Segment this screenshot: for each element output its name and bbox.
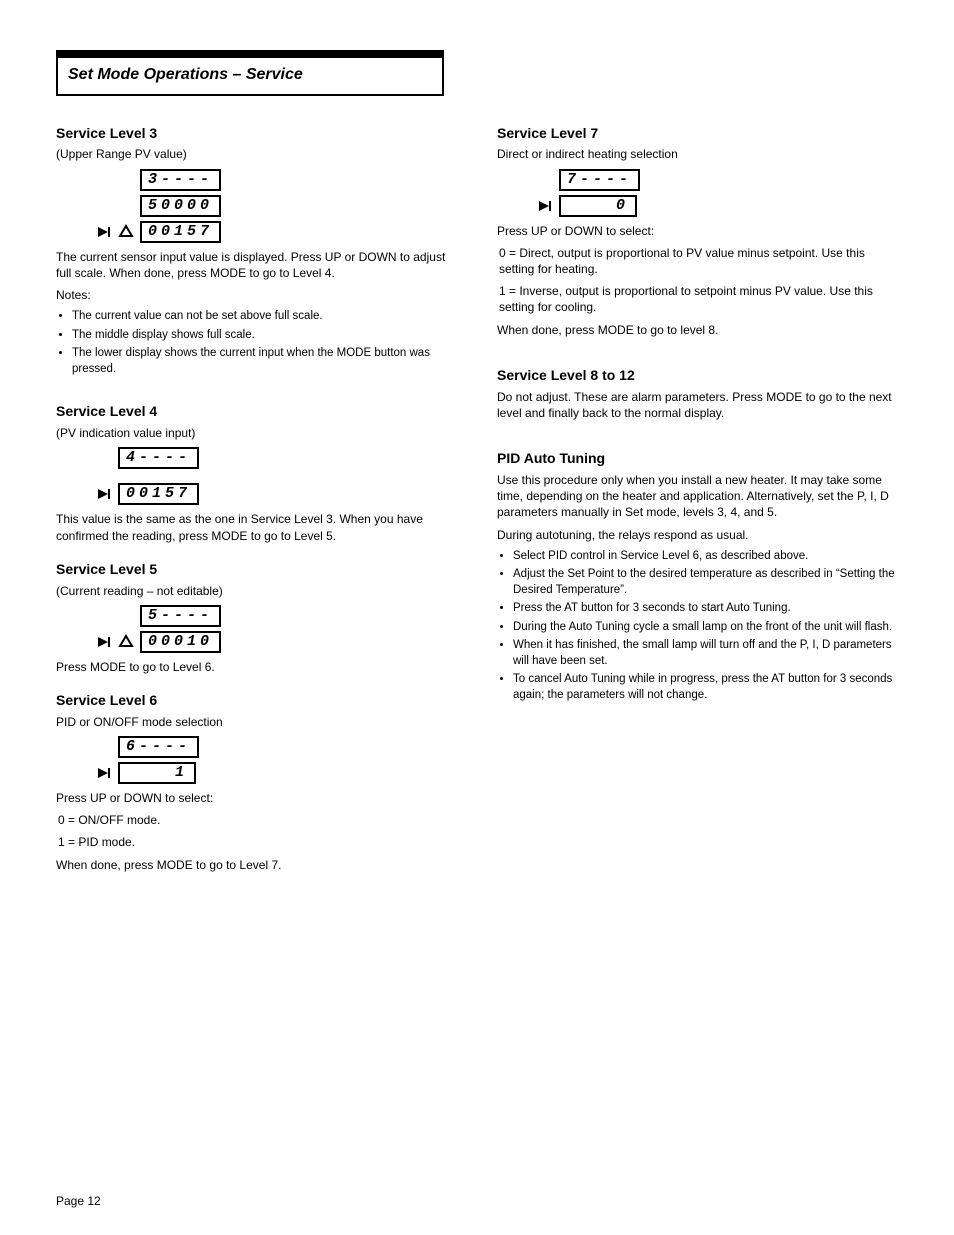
service-level-6-heading: Service Level 6	[56, 691, 457, 710]
list-item: The current value can not be set above f…	[72, 309, 457, 325]
right-arrow-icon	[96, 765, 112, 781]
list-item: During the Auto Tuning cycle a small lam…	[513, 620, 898, 636]
display-cell: 1	[118, 762, 196, 784]
display-cell: 4----	[118, 447, 199, 469]
service-level-3-intro: (Upper Range PV value)	[56, 146, 457, 162]
option-row: 1 = Inverse, output is proportional to s…	[499, 283, 898, 315]
service-level-7-tail: When done, press MODE to go to level 8.	[497, 322, 898, 338]
service-level-8-12-text: Do not adjust. These are alarm parameter…	[497, 389, 898, 421]
display-cell: 3----	[140, 169, 221, 191]
service-level-4-intro: (PV indication value input)	[56, 425, 457, 441]
notes-label: Notes:	[56, 287, 457, 303]
service-level-7: Service Level 7 Direct or indirect heati…	[497, 124, 898, 338]
list-item: Press the AT button for 3 seconds to sta…	[513, 601, 898, 617]
list-item: Select PID control in Service Level 6, a…	[513, 549, 898, 565]
page-footer: Page 12	[56, 1193, 101, 1209]
service-level-6-sub: PID or ON/OFF mode selection	[56, 714, 457, 730]
service-level-3-heading: Service Level 3	[56, 124, 457, 143]
option-row: 0 = Direct, output is proportional to PV…	[499, 245, 898, 277]
left-column: Service Level 3 (Upper Range PV value) 3…	[56, 124, 457, 879]
right-arrow-icon	[537, 198, 553, 214]
display-cell: 6----	[118, 736, 199, 758]
page-title: Set Mode Operations – Service	[56, 58, 444, 96]
service-level-7-displays: 7---- 0	[537, 169, 898, 217]
pid-auto-tuning: PID Auto Tuning Use this procedure only …	[497, 449, 898, 703]
display-cell: 00010	[140, 631, 221, 653]
service-level-8-12: Service Level 8 to 12 Do not adjust. The…	[497, 366, 898, 421]
service-level-7-sub: Direct or indirect heating selection	[497, 146, 898, 162]
list-item: The lower display shows the current inpu…	[72, 346, 457, 377]
service-level-5-intro: (Current reading – not editable)	[56, 583, 457, 599]
title-top-bar	[56, 50, 444, 58]
list-item: To cancel Auto Tuning while in progress,…	[513, 672, 898, 703]
service-level-6-tail: When done, press MODE to go to Level 7.	[56, 857, 457, 873]
pid-auto-tuning-heading: PID Auto Tuning	[497, 449, 898, 468]
right-column: Service Level 7 Direct or indirect heati…	[497, 124, 898, 879]
display-cell: 7----	[559, 169, 640, 191]
display-cell: 0	[559, 195, 637, 217]
service-level-6-select: Press UP or DOWN to select:	[56, 790, 457, 806]
two-column-layout: Service Level 3 (Upper Range PV value) 3…	[56, 124, 898, 879]
option-row: 0 = ON/OFF mode.	[58, 812, 457, 828]
service-level-3: Service Level 3 (Upper Range PV value) 3…	[56, 124, 457, 378]
service-level-4-text: This value is the same as the one in Ser…	[56, 511, 457, 543]
right-arrow-icon	[96, 486, 112, 502]
service-level-4: Service Level 4 (PV indication value inp…	[56, 402, 457, 543]
up-arrow-icon	[118, 634, 134, 650]
list-item: When it has finished, the small lamp wil…	[513, 638, 898, 669]
service-level-5-heading: Service Level 5	[56, 560, 457, 579]
list-item: Adjust the Set Point to the desired temp…	[513, 567, 898, 598]
up-arrow-icon	[118, 224, 134, 240]
service-level-7-heading: Service Level 7	[497, 124, 898, 143]
service-level-5: Service Level 5 (Current reading – not e…	[56, 560, 457, 675]
display-cell: 00157	[118, 483, 199, 505]
service-level-5-text: Press MODE to go to Level 6.	[56, 659, 457, 675]
service-level-3-displays: 3---- 50000 00157	[96, 169, 457, 243]
service-level-4-displays: 4---- 00157	[96, 447, 457, 505]
right-arrow-icon	[96, 224, 112, 240]
service-level-6-displays: 6---- 1	[96, 736, 457, 784]
pid-auto-tuning-p1: Use this procedure only when you install…	[497, 472, 898, 521]
service-level-8-12-heading: Service Level 8 to 12	[497, 366, 898, 385]
service-level-5-displays: 5---- 00010	[96, 605, 457, 653]
service-level-4-heading: Service Level 4	[56, 402, 457, 421]
service-level-3-notes: The current value can not be set above f…	[56, 309, 457, 377]
display-cell: 5----	[140, 605, 221, 627]
service-level-7-select: Press UP or DOWN to select:	[497, 223, 898, 239]
pid-auto-tuning-p2: During autotuning, the relays respond as…	[497, 527, 898, 543]
service-level-6: Service Level 6 PID or ON/OFF mode selec…	[56, 691, 457, 873]
list-item: The middle display shows full scale.	[72, 328, 457, 344]
display-cell: 00157	[140, 221, 221, 243]
pid-auto-tuning-steps: Select PID control in Service Level 6, a…	[497, 549, 898, 704]
service-level-3-text: The current sensor input value is displa…	[56, 249, 457, 281]
option-row: 1 = PID mode.	[58, 834, 457, 850]
right-arrow-icon	[96, 634, 112, 650]
display-cell: 50000	[140, 195, 221, 217]
